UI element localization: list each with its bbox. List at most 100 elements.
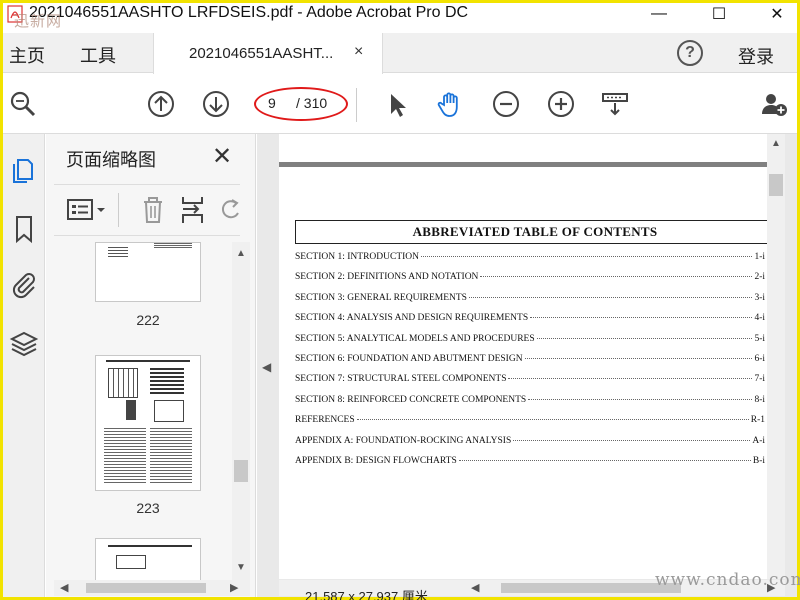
panel-toolbar: [54, 184, 240, 236]
toc-leader-dots: [421, 256, 753, 257]
toc-entry[interactable]: REFERENCES R-1: [295, 415, 765, 429]
pdf-page: ABBREVIATED TABLE OF CONTENTS SECTION 1:…: [279, 134, 775, 579]
page-number-box: 9 / 310: [254, 87, 348, 121]
scroll-thumb[interactable]: [769, 174, 783, 196]
toc-entry-page: 5-i: [754, 333, 765, 344]
toc-entry-page: 2-i: [754, 272, 765, 283]
thumbnail-list: 222 223: [46, 242, 232, 582]
rotate-page-icon[interactable]: [220, 197, 242, 223]
toc-entry-title: SECTION 5: ANALYTICAL MODELS AND PROCEDU…: [295, 333, 535, 344]
toc-entry[interactable]: SECTION 5: ANALYTICAL MODELS AND PROCEDU…: [295, 334, 765, 348]
toc-entry-title: SECTION 1: INTRODUCTION: [295, 252, 420, 262]
page-up-icon[interactable]: [147, 90, 175, 118]
toc-entry[interactable]: SECTION 3: GENERAL REQUIREMENTS 3-i: [295, 293, 765, 307]
thumb-rule: [108, 545, 192, 547]
toc-entry[interactable]: SECTION 8: REINFORCED CONCRETE COMPONENT…: [295, 395, 765, 409]
window-title: 2021046551AASHTO LRFDSEIS.pdf - Adobe Ac…: [29, 4, 469, 21]
scroll-up-icon[interactable]: ▲: [771, 138, 781, 149]
home-tab[interactable]: 主页: [9, 42, 45, 68]
thumbnail-page-222[interactable]: [95, 242, 201, 302]
toc-entry-title: APPENDIX A: FOUNDATION-ROCKING ANALYSIS: [295, 435, 512, 446]
page-header-rule: [279, 162, 769, 167]
thumbnail-hscrollbar[interactable]: ◀ ▶: [54, 580, 250, 596]
thumb-text-block: [104, 428, 146, 484]
panel-title: 页面缩略图: [66, 150, 156, 170]
close-window-button[interactable]: ✕: [757, 3, 797, 25]
scroll-thumb[interactable]: [234, 460, 248, 482]
options-menu-icon[interactable]: [66, 197, 108, 223]
page-down-icon[interactable]: [202, 90, 230, 118]
scroll-left-icon[interactable]: ◀: [60, 581, 68, 594]
page-size-label: 21.587 x 27.937 厘米: [305, 589, 428, 600]
scroll-right-icon[interactable]: ▶: [230, 581, 238, 594]
toc-entry[interactable]: APPENDIX B: DESIGN FLOWCHARTS B-i: [295, 456, 765, 470]
thumb-text-block: [150, 428, 192, 484]
delete-page-icon[interactable]: [140, 195, 166, 225]
search-zoom-icon[interactable]: [9, 90, 37, 118]
toc-entry[interactable]: SECTION 1: INTRODUCTION 1-i: [295, 252, 765, 266]
thumbnail-page-224[interactable]: [95, 538, 201, 582]
toc-leader-dots: [528, 398, 753, 400]
document-tab[interactable]: 2021046551AASHT... ×: [153, 33, 383, 74]
collapse-panel-icon[interactable]: ◀: [262, 360, 271, 374]
toolbar-separator: [356, 88, 357, 122]
thumbnail-page-223[interactable]: [95, 355, 201, 491]
scroll-thumb[interactable]: [501, 583, 681, 593]
toc-entry-page: B-i: [752, 456, 765, 466]
thumbnail-scrollbar[interactable]: ▲ ▼: [232, 242, 250, 582]
document-scrollbar[interactable]: ▲: [767, 134, 785, 579]
scroll-up-icon[interactable]: ▲: [236, 248, 246, 259]
select-cursor-icon[interactable]: [383, 90, 411, 118]
toc-entry-title: SECTION 2: DEFINITIONS AND NOTATION: [295, 272, 479, 283]
toc-entry-title: REFERENCES: [295, 415, 355, 426]
toc-entry[interactable]: SECTION 6: FOUNDATION AND ABUTMENT DESIG…: [295, 354, 765, 368]
scroll-mode-icon[interactable]: [601, 90, 629, 118]
watermark-bottom-right: www.cndao.com: [655, 570, 800, 590]
close-panel-button[interactable]: ✕: [212, 142, 232, 171]
menu-bar: 主页 工具 2021046551AASHT... × ? 登录: [3, 33, 797, 74]
toc-leader-dots: [513, 439, 751, 441]
maximize-button[interactable]: ☐: [699, 3, 739, 25]
scroll-down-icon[interactable]: ▼: [236, 562, 246, 573]
close-tab-icon[interactable]: ×: [354, 43, 363, 61]
toc-entry-page: 8-i: [754, 394, 765, 405]
zoom-out-icon[interactable]: [492, 90, 520, 118]
toc-entry-page: 4-i: [754, 313, 765, 324]
toc-entry-title: APPENDIX B: DESIGN FLOWCHARTS: [295, 456, 457, 466]
tools-tab[interactable]: 工具: [80, 42, 116, 68]
bookmark-icon[interactable]: [9, 214, 39, 244]
scroll-thumb[interactable]: [86, 583, 206, 593]
toc-entry[interactable]: SECTION 4: ANALYSIS AND DESIGN REQUIREME…: [295, 313, 765, 327]
toolbar: 9 / 310: [3, 74, 797, 134]
help-button[interactable]: ?: [677, 40, 703, 66]
add-user-icon[interactable]: [760, 90, 788, 118]
thumb-text-block: [154, 243, 192, 249]
toc-entry-title: SECTION 3: GENERAL REQUIREMENTS: [295, 292, 467, 303]
document-view: ◀ ABBREVIATED TABLE OF CONTENTS SECTION …: [257, 134, 797, 600]
toc-entry[interactable]: SECTION 2: DEFINITIONS AND NOTATION 2-i: [295, 272, 765, 286]
login-button[interactable]: 登录: [738, 43, 774, 69]
toc-entry[interactable]: APPENDIX A: FOUNDATION-ROCKING ANALYSIS A…: [295, 436, 765, 450]
layers-icon[interactable]: [9, 329, 39, 359]
hand-tool-icon[interactable]: [436, 90, 464, 118]
toc-leader-dots: [458, 460, 751, 461]
thumb-figure: [126, 400, 136, 420]
minimize-button[interactable]: —: [639, 3, 679, 25]
page-thumbnails-icon[interactable]: [9, 154, 39, 184]
zoom-in-icon[interactable]: [547, 90, 575, 118]
attachment-icon[interactable]: [9, 269, 39, 299]
toc-leader-dots: [468, 296, 753, 298]
thumbnail-label: 222: [136, 312, 160, 328]
insert-page-icon[interactable]: [180, 195, 208, 225]
toc-entry-title: SECTION 6: FOUNDATION AND ABUTMENT DESIG…: [295, 354, 523, 364]
toc-leader-dots: [524, 358, 753, 359]
toc-entry-title: SECTION 7: STRUCTURAL STEEL COMPONENTS: [295, 374, 507, 385]
toc-entry[interactable]: SECTION 7: STRUCTURAL STEEL COMPONENTS 7-…: [295, 374, 765, 388]
toc-leader-dots: [530, 317, 753, 319]
toc-leader-dots: [356, 419, 749, 421]
watermark-top-left: 迅新网: [14, 12, 63, 30]
toc-leader-dots: [536, 337, 753, 339]
toc-entry-page: 1-i: [754, 252, 765, 262]
document-tab-label: 2021046551AASHT...: [189, 45, 334, 62]
scroll-left-icon[interactable]: ◀: [471, 581, 479, 594]
